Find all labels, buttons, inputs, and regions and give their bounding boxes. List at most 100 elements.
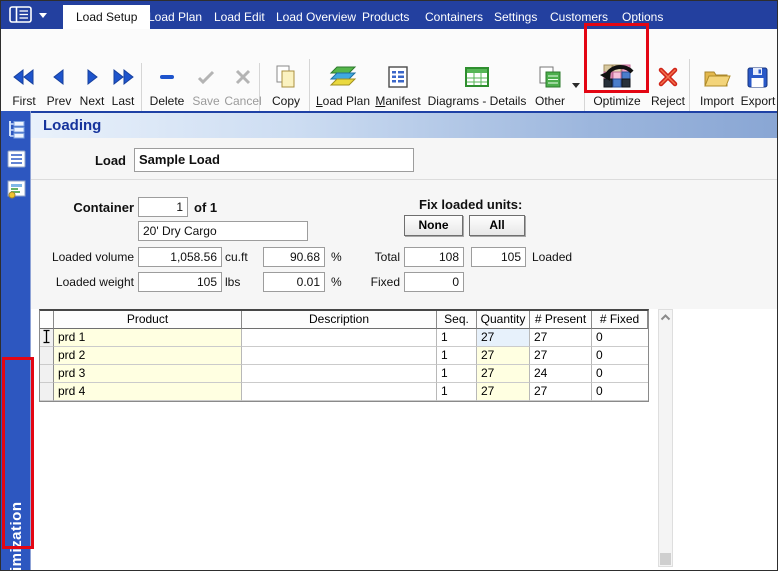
row-selector[interactable] bbox=[40, 383, 54, 401]
tab-load-edit[interactable]: Load Edit bbox=[205, 5, 274, 29]
cell-quantity[interactable]: 27 bbox=[477, 365, 530, 383]
total-input[interactable]: 108 bbox=[404, 247, 464, 267]
last-button[interactable]: Last bbox=[107, 60, 139, 118]
other-reports-icon bbox=[529, 60, 571, 94]
list-view-icon[interactable] bbox=[6, 149, 27, 169]
cell-present[interactable]: 27 bbox=[530, 347, 592, 365]
column-header-present[interactable]: # Present bbox=[530, 311, 592, 329]
app-menu-button[interactable] bbox=[9, 6, 33, 24]
vertical-scrollbar[interactable] bbox=[658, 309, 673, 567]
tab-load-setup[interactable]: Load Setup bbox=[63, 5, 151, 29]
row-selector[interactable] bbox=[40, 365, 54, 383]
tree-view-icon[interactable] bbox=[6, 119, 27, 139]
cell-seq[interactable]: 1 bbox=[437, 365, 477, 383]
tab-settings[interactable]: Settings bbox=[485, 5, 546, 29]
weight-unit-label: lbs bbox=[225, 275, 241, 289]
scroll-down-block[interactable] bbox=[660, 553, 671, 565]
table-row: prd 2 1 27 27 0 bbox=[40, 347, 648, 365]
report-preview-icon[interactable] bbox=[6, 179, 27, 199]
optimize-button[interactable]: Optimize bbox=[589, 60, 645, 118]
page-title: Loading bbox=[43, 117, 102, 134]
cell-fixed[interactable]: 0 bbox=[592, 329, 648, 347]
prev-button[interactable]: Prev bbox=[43, 60, 75, 118]
column-header-description[interactable]: Description bbox=[242, 311, 437, 329]
main-panel: Loading Load Sample Load Container 1 of … bbox=[31, 111, 777, 570]
fix-none-button[interactable]: None bbox=[404, 215, 463, 236]
import-button[interactable]: Import bbox=[695, 60, 739, 118]
cell-description[interactable] bbox=[242, 383, 437, 401]
cell-quantity[interactable]: 27 bbox=[477, 347, 530, 365]
container-type-input[interactable]: 20' Dry Cargo bbox=[138, 221, 308, 241]
manifest-report-button[interactable]: Manifest bbox=[373, 60, 423, 118]
loaded-weight-percent-input[interactable]: 0.01 bbox=[263, 272, 325, 292]
cell-seq[interactable]: 1 bbox=[437, 329, 477, 347]
container-label: Container bbox=[73, 200, 134, 215]
column-header-product[interactable]: Product bbox=[54, 311, 242, 329]
cell-fixed[interactable]: 0 bbox=[592, 383, 648, 401]
tab-load-plan[interactable]: Load Plan bbox=[139, 5, 211, 29]
next-button[interactable]: Next bbox=[77, 60, 107, 118]
loaded-weight-input[interactable]: 105 bbox=[138, 272, 222, 292]
total-label: Total bbox=[374, 250, 400, 264]
grid-corner-cell bbox=[40, 311, 54, 329]
tab-containers[interactable]: Containers bbox=[416, 5, 492, 29]
grid-header-row: Product Description Seq. Quantity # Pres… bbox=[40, 311, 648, 329]
last-icon bbox=[107, 60, 139, 94]
scroll-up-arrow-icon[interactable] bbox=[659, 310, 672, 325]
cell-description[interactable] bbox=[242, 329, 437, 347]
load-name-input[interactable]: Sample Load bbox=[134, 148, 414, 172]
cell-product[interactable]: prd 3 bbox=[54, 365, 242, 383]
row-selector[interactable] bbox=[40, 347, 54, 365]
loaded-count-label: Loaded bbox=[532, 250, 573, 264]
column-header-seq[interactable]: Seq. bbox=[437, 311, 477, 329]
cell-fixed[interactable]: 0 bbox=[592, 347, 648, 365]
tab-products[interactable]: Products bbox=[353, 5, 418, 29]
loaded-volume-input[interactable]: 1,058.56 bbox=[138, 247, 222, 267]
column-header-quantity[interactable]: Quantity bbox=[477, 311, 530, 329]
other-reports-dropdown-caret-icon[interactable] bbox=[572, 83, 580, 88]
cell-seq[interactable]: 1 bbox=[437, 347, 477, 365]
export-save-disk-icon bbox=[737, 60, 777, 94]
export-button[interactable]: Export bbox=[737, 60, 777, 118]
cell-product[interactable]: prd 4 bbox=[54, 383, 242, 401]
first-button[interactable]: First bbox=[7, 60, 41, 118]
delete-button[interactable]: Delete bbox=[147, 60, 187, 118]
container-number-input[interactable]: 1 bbox=[138, 197, 188, 217]
cell-product[interactable]: prd 2 bbox=[54, 347, 242, 365]
tab-load-overview[interactable]: Load Overview bbox=[267, 5, 365, 29]
column-header-fixed[interactable]: # Fixed bbox=[592, 311, 648, 329]
cell-quantity[interactable]: 27 bbox=[477, 329, 530, 347]
cell-present[interactable]: 24 bbox=[530, 365, 592, 383]
diagrams-details-report-button[interactable]: Diagrams - Details bbox=[425, 60, 529, 118]
tab-customers[interactable]: Customers bbox=[541, 5, 617, 29]
cell-quantity[interactable]: 27 bbox=[477, 383, 530, 401]
weight-percent-sign: % bbox=[331, 275, 342, 289]
product-grid: Product Description Seq. Quantity # Pres… bbox=[39, 309, 649, 402]
other-reports-button[interactable]: Other bbox=[529, 60, 571, 118]
cell-present[interactable]: 27 bbox=[530, 383, 592, 401]
menu-dropdown-caret-icon[interactable] bbox=[39, 13, 47, 18]
volume-unit-label: cu.ft bbox=[225, 250, 248, 264]
copy-button[interactable]: Copy bbox=[264, 60, 308, 118]
cancel-button[interactable]: Cancel bbox=[223, 60, 263, 118]
cell-description[interactable] bbox=[242, 347, 437, 365]
load-plan-report-button[interactable]: Load Plan bbox=[315, 60, 371, 118]
cell-seq[interactable]: 1 bbox=[437, 383, 477, 401]
cell-description[interactable] bbox=[242, 365, 437, 383]
optimize-cargo-stack-icon bbox=[589, 60, 645, 94]
cell-product[interactable]: prd 1 bbox=[54, 329, 242, 347]
sidebar-tab-re-optimization[interactable]: Re-Optimization bbox=[3, 473, 30, 570]
app-window: Load Setup Load Plan Load Edit Load Over… bbox=[0, 0, 778, 571]
cell-fixed[interactable]: 0 bbox=[592, 365, 648, 383]
reject-button[interactable]: Reject bbox=[647, 60, 689, 118]
fix-loaded-units-label: Fix loaded units: bbox=[419, 197, 523, 212]
fixed-input[interactable]: 0 bbox=[404, 272, 464, 292]
tab-options[interactable]: Options bbox=[613, 5, 672, 29]
save-button[interactable]: Save bbox=[189, 60, 223, 118]
row-selector[interactable] bbox=[40, 329, 54, 347]
loaded-volume-percent-input[interactable]: 90.68 bbox=[263, 247, 325, 267]
cell-present[interactable]: 27 bbox=[530, 329, 592, 347]
loaded-count-input[interactable]: 105 bbox=[471, 247, 526, 267]
delete-minus-icon bbox=[147, 60, 187, 94]
fix-all-button[interactable]: All bbox=[469, 215, 525, 236]
